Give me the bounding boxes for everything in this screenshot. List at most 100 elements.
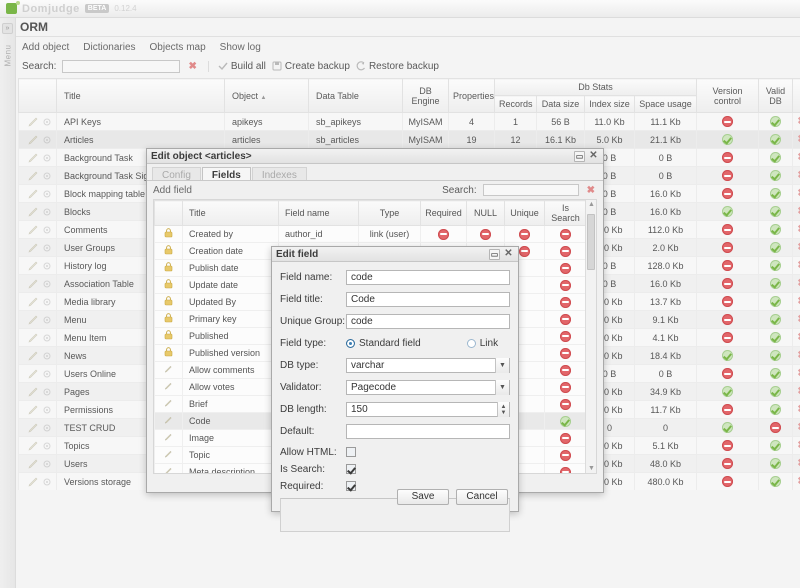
cell-valid-db[interactable] bbox=[759, 275, 793, 293]
radio-standard-field[interactable]: Standard field bbox=[346, 338, 421, 349]
fth-null[interactable]: NULL bbox=[467, 201, 505, 226]
th-version-control[interactable]: Version control bbox=[697, 79, 759, 113]
cell-delete[interactable]: ✖ bbox=[793, 401, 800, 419]
cell-version-control[interactable] bbox=[697, 311, 759, 329]
row-actions[interactable] bbox=[19, 383, 57, 401]
fields-search-input[interactable] bbox=[483, 184, 579, 196]
cell-valid-db[interactable] bbox=[759, 455, 793, 473]
scrollbar-thumb[interactable] bbox=[587, 214, 595, 270]
row-actions[interactable] bbox=[19, 365, 57, 383]
cell-valid-db[interactable] bbox=[759, 113, 793, 131]
fth-field-name[interactable]: Field name bbox=[279, 201, 359, 226]
spinner-down-icon[interactable]: ▼ bbox=[501, 410, 507, 416]
row-actions[interactable] bbox=[19, 437, 57, 455]
cell-version-control[interactable] bbox=[697, 473, 759, 491]
cell-version-control[interactable] bbox=[697, 221, 759, 239]
th-data-table[interactable]: Data Table bbox=[309, 79, 403, 113]
cell-delete[interactable]: ✖ bbox=[793, 311, 800, 329]
row-actions[interactable] bbox=[19, 167, 57, 185]
cell-delete[interactable]: ✖ bbox=[793, 149, 800, 167]
cell-delete[interactable]: ✖ bbox=[793, 293, 800, 311]
field-cell-is-search[interactable] bbox=[545, 396, 587, 413]
cell-delete[interactable]: ✖ bbox=[793, 329, 800, 347]
row-actions[interactable] bbox=[19, 311, 57, 329]
row-actions[interactable] bbox=[19, 221, 57, 239]
th-data-size[interactable]: Data size bbox=[537, 96, 585, 113]
cell-version-control[interactable] bbox=[697, 113, 759, 131]
table-row[interactable]: Articlesarticlessb_articlesMyISAM191216.… bbox=[19, 131, 800, 149]
cancel-button[interactable]: Cancel bbox=[456, 489, 508, 505]
cell-version-control[interactable] bbox=[697, 149, 759, 167]
field-row[interactable]: Created byauthor_idlink (user) bbox=[155, 226, 598, 243]
cell-delete[interactable]: ✖ bbox=[793, 221, 800, 239]
th-index-size[interactable]: Index size bbox=[585, 96, 635, 113]
edit-object-minimize-icon[interactable]: ▭ bbox=[574, 151, 585, 162]
unique-group-input[interactable] bbox=[346, 314, 510, 329]
db-length-stepper[interactable]: 150 ▲ ▼ bbox=[346, 402, 510, 417]
tab-fields[interactable]: Fields bbox=[202, 167, 251, 180]
fth-unique[interactable]: Unique bbox=[505, 201, 545, 226]
add-field-button[interactable]: Add field bbox=[153, 185, 192, 196]
cell-delete[interactable]: ✖ bbox=[793, 131, 800, 149]
cell-version-control[interactable] bbox=[697, 437, 759, 455]
field-cell-unique[interactable] bbox=[505, 226, 545, 243]
cell-delete[interactable]: ✖ bbox=[793, 275, 800, 293]
edit-field-titlebar[interactable]: Edit field ▭ ✕ bbox=[272, 247, 518, 262]
th-title[interactable]: Title bbox=[57, 79, 225, 113]
row-actions[interactable] bbox=[19, 203, 57, 221]
cell-valid-db[interactable] bbox=[759, 221, 793, 239]
cell-version-control[interactable] bbox=[697, 419, 759, 437]
th-valid-db[interactable]: Valid DB bbox=[759, 79, 793, 113]
th-object[interactable]: Object ▲ bbox=[225, 79, 309, 113]
row-actions[interactable] bbox=[19, 185, 57, 203]
cell-valid-db[interactable] bbox=[759, 203, 793, 221]
field-cell-is-search[interactable] bbox=[545, 294, 587, 311]
cell-version-control[interactable] bbox=[697, 293, 759, 311]
cell-delete[interactable]: ✖ bbox=[793, 383, 800, 401]
restore-backup-button[interactable]: Restore backup bbox=[356, 61, 439, 72]
cell-delete[interactable]: ✖ bbox=[793, 167, 800, 185]
cell-version-control[interactable] bbox=[697, 203, 759, 221]
edit-field-close-icon[interactable]: ✕ bbox=[503, 249, 514, 260]
chevron-down-icon[interactable]: ▼ bbox=[495, 358, 509, 373]
row-actions[interactable] bbox=[19, 275, 57, 293]
field-cell-is-search[interactable] bbox=[545, 277, 587, 294]
cell-version-control[interactable] bbox=[697, 239, 759, 257]
row-actions[interactable] bbox=[19, 329, 57, 347]
cell-valid-db[interactable] bbox=[759, 437, 793, 455]
th-space-usage[interactable]: Space usage bbox=[635, 96, 697, 113]
cell-delete[interactable]: ✖ bbox=[793, 437, 800, 455]
field-cell-is-search[interactable] bbox=[545, 430, 587, 447]
cell-valid-db[interactable] bbox=[759, 167, 793, 185]
row-actions[interactable] bbox=[19, 473, 57, 491]
field-cell-null[interactable] bbox=[467, 226, 505, 243]
clear-search-icon[interactable]: ✖ bbox=[186, 61, 198, 72]
validator-chevron-down-icon[interactable]: ▼ bbox=[495, 380, 509, 395]
nav-add-object[interactable]: Add object bbox=[22, 42, 69, 53]
field-cell-is-search[interactable] bbox=[545, 362, 587, 379]
field-cell-is-search[interactable] bbox=[545, 345, 587, 362]
cell-valid-db[interactable] bbox=[759, 149, 793, 167]
cell-valid-db[interactable] bbox=[759, 347, 793, 365]
row-actions[interactable] bbox=[19, 113, 57, 131]
nav-objects-map[interactable]: Objects map bbox=[150, 42, 206, 53]
cell-delete[interactable]: ✖ bbox=[793, 365, 800, 383]
cell-valid-db[interactable] bbox=[759, 419, 793, 437]
default-input[interactable] bbox=[346, 424, 510, 439]
cell-valid-db[interactable] bbox=[759, 131, 793, 149]
cell-valid-db[interactable] bbox=[759, 401, 793, 419]
edit-object-titlebar[interactable]: Edit object <articles> ▭ ✕ bbox=[147, 149, 603, 164]
cell-delete[interactable]: ✖ bbox=[793, 113, 800, 131]
cell-valid-db[interactable] bbox=[759, 185, 793, 203]
th-properties[interactable]: Properties bbox=[449, 79, 495, 113]
cell-version-control[interactable] bbox=[697, 275, 759, 293]
row-actions[interactable] bbox=[19, 149, 57, 167]
field-cell-is-search[interactable] bbox=[545, 413, 587, 430]
th-records[interactable]: Records bbox=[495, 96, 537, 113]
nav-show-log[interactable]: Show log bbox=[220, 42, 261, 53]
cell-valid-db[interactable] bbox=[759, 383, 793, 401]
cell-version-control[interactable] bbox=[697, 257, 759, 275]
cell-version-control[interactable] bbox=[697, 455, 759, 473]
db-type-select[interactable]: varchar ▼ bbox=[346, 358, 510, 373]
cell-version-control[interactable] bbox=[697, 131, 759, 149]
